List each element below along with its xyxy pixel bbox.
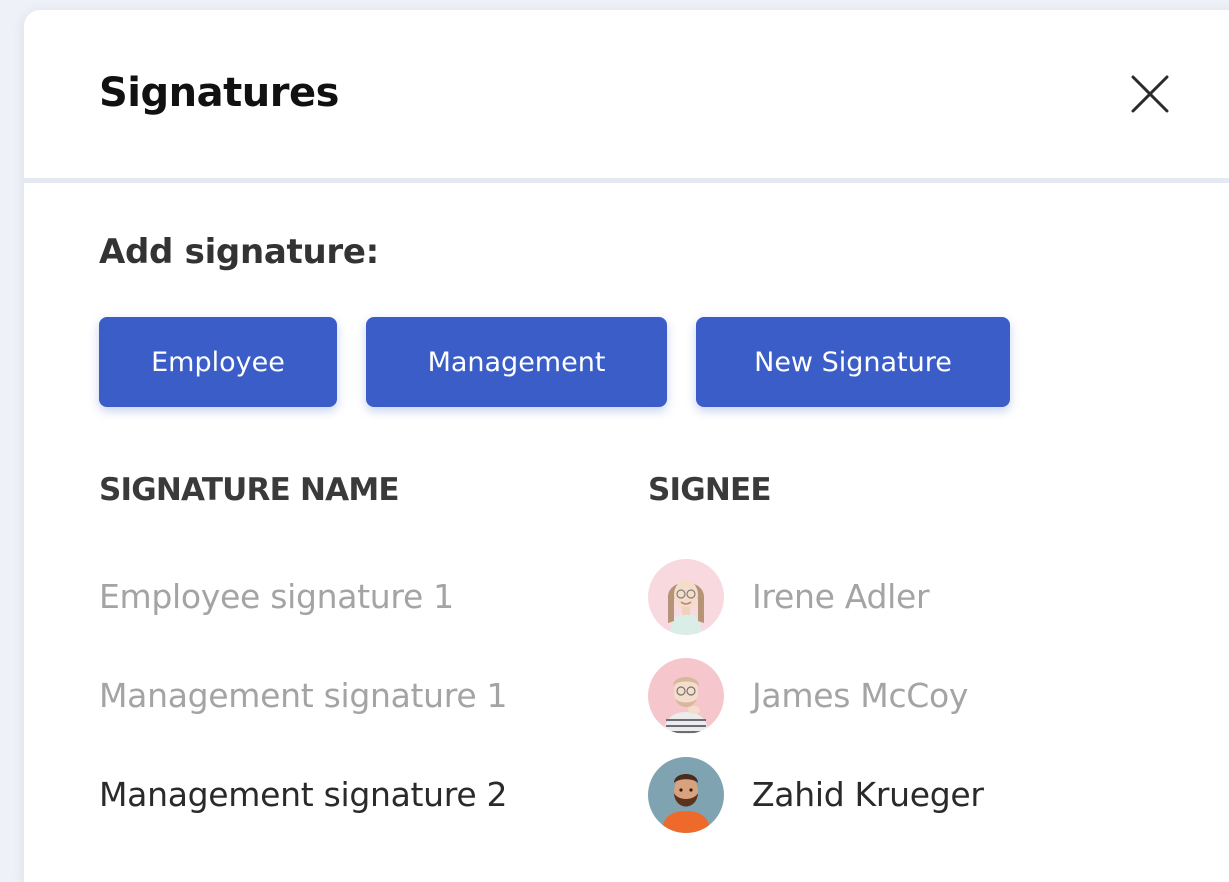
employee-button[interactable]: Employee xyxy=(99,317,337,407)
dialog-title: Signatures xyxy=(99,70,339,116)
management-button[interactable]: Management xyxy=(366,317,667,407)
column-header-signee: SIGNEE xyxy=(648,472,772,508)
dialog-header: Signatures xyxy=(24,10,1229,183)
avatar-james-mccoy xyxy=(648,658,724,734)
table-row[interactable]: Employee signature 1 Irene Adler xyxy=(24,553,1124,643)
avatar-irene-adler xyxy=(648,559,724,635)
signature-name: Employee signature 1 xyxy=(99,577,454,616)
close-icon xyxy=(1131,75,1169,113)
signee-name: Zahid Krueger xyxy=(752,775,984,814)
signature-name: Management signature 2 xyxy=(99,775,508,814)
table-row[interactable]: Management signature 2 Zahid Krueger xyxy=(24,751,1124,841)
new-signature-button[interactable]: New Signature xyxy=(696,317,1010,407)
signee-name: James McCoy xyxy=(752,676,969,715)
avatar-zahid-krueger xyxy=(648,757,724,833)
signee-name: Irene Adler xyxy=(752,577,930,616)
close-button[interactable] xyxy=(1124,68,1176,120)
signature-name: Management signature 1 xyxy=(99,676,508,715)
signatures-dialog: Signatures Add signature: Employee Manag… xyxy=(24,10,1229,882)
table-row[interactable]: Management signature 1 James McCoy xyxy=(24,652,1124,742)
add-signature-label: Add signature: xyxy=(99,232,379,272)
column-header-signature-name: SIGNATURE NAME xyxy=(99,472,400,508)
